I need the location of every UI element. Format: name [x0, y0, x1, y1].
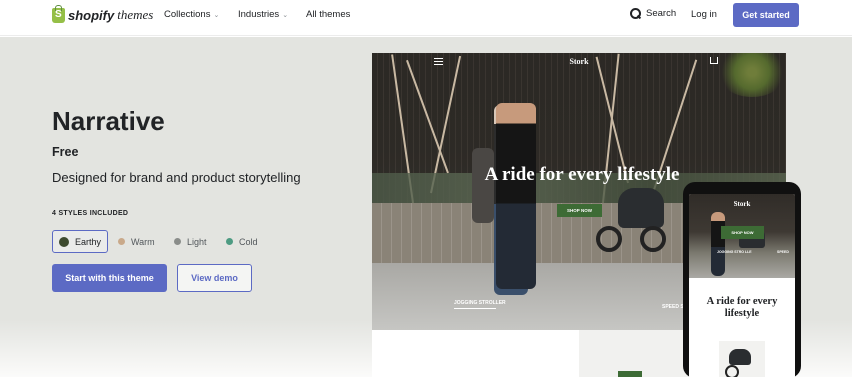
mobile-brand: Stork: [733, 200, 751, 208]
style-option-warm[interactable]: Warm: [118, 230, 155, 253]
shopify-bag-icon: [52, 4, 65, 23]
nav-industries[interactable]: Industries ⌄: [238, 9, 288, 20]
nav-collections-label: Collections: [164, 9, 211, 20]
search-button[interactable]: Search: [630, 8, 676, 19]
theme-title: Narrative: [52, 106, 165, 136]
color-swatch: [59, 236, 69, 247]
desktop-brand: Stork: [569, 57, 589, 66]
desktop-shop-now-button: SHOP NOW: [557, 204, 602, 217]
desktop-preview-accent: [618, 371, 642, 377]
mobile-shop-now-button: SHOP NOW: [721, 226, 764, 239]
get-started-button[interactable]: Get started: [733, 3, 799, 27]
theme-tagline: Designed for brand and product storytell…: [52, 170, 301, 185]
cart-icon: [710, 57, 718, 64]
desktop-headline: A ride for every lifestyle: [484, 164, 680, 185]
style-option-earthy[interactable]: Earthy: [52, 230, 108, 253]
nav-industries-label: Industries: [238, 9, 280, 20]
mobile-headline: A ride for every lifestyle: [706, 296, 778, 319]
styles-included-label: 4 STYLES INCLUDED: [52, 210, 129, 217]
theme-price: Free: [52, 145, 79, 159]
nav-all-themes[interactable]: All themes: [306, 9, 350, 20]
jogging-stroller: [596, 188, 674, 258]
style-option-label: Earthy: [75, 236, 102, 247]
shopify-themes-logo[interactable]: shopify themes: [52, 4, 154, 24]
mobile-speed-label: SPEED: [777, 250, 789, 254]
top-navigation-bar: shopify themes Collections ⌄ Industries …: [0, 0, 852, 36]
logo-subtitle: themes: [117, 7, 154, 22]
stroller-canopy: [618, 188, 664, 228]
stroller-wheel: [596, 226, 622, 252]
style-option-label: Cold: [239, 236, 258, 247]
start-with-theme-button[interactable]: Start with this theme: [52, 264, 167, 292]
style-option-label: Warm: [131, 236, 155, 247]
desktop-caption: JOGGING STROLLER: [454, 300, 506, 309]
mobile-couple-figure: [711, 212, 725, 276]
nav-collections[interactable]: Collections ⌄: [164, 9, 219, 20]
logo-word: shopify: [68, 7, 115, 23]
nav-all-themes-label: All themes: [306, 9, 351, 20]
view-demo-button[interactable]: View demo: [177, 264, 252, 292]
man-figure: [496, 103, 536, 289]
color-swatch: [226, 238, 233, 245]
chevron-down-icon: ⌄: [213, 11, 220, 19]
search-label: Search: [646, 8, 677, 19]
style-option-cold[interactable]: Cold: [226, 230, 258, 253]
mobile-preview: Stork SHOP NOW JOGGING STRO LLE SPEED A …: [683, 182, 801, 377]
search-icon: [630, 8, 641, 19]
style-option-label: Light: [187, 236, 207, 247]
chevron-down-icon: ⌄: [282, 11, 289, 19]
color-swatch: [118, 238, 125, 245]
desktop-speed-label: SPEED S: [662, 304, 684, 310]
stroller-wheel: [640, 226, 666, 252]
mobile-product-image: [719, 341, 765, 377]
mobile-screen: Stork SHOP NOW JOGGING STRO LLE SPEED A …: [689, 194, 795, 377]
color-swatch: [174, 238, 181, 245]
login-link[interactable]: Log in: [691, 9, 717, 20]
mobile-caption: JOGGING STRO LLE: [717, 250, 752, 254]
style-option-light[interactable]: Light: [174, 230, 207, 253]
